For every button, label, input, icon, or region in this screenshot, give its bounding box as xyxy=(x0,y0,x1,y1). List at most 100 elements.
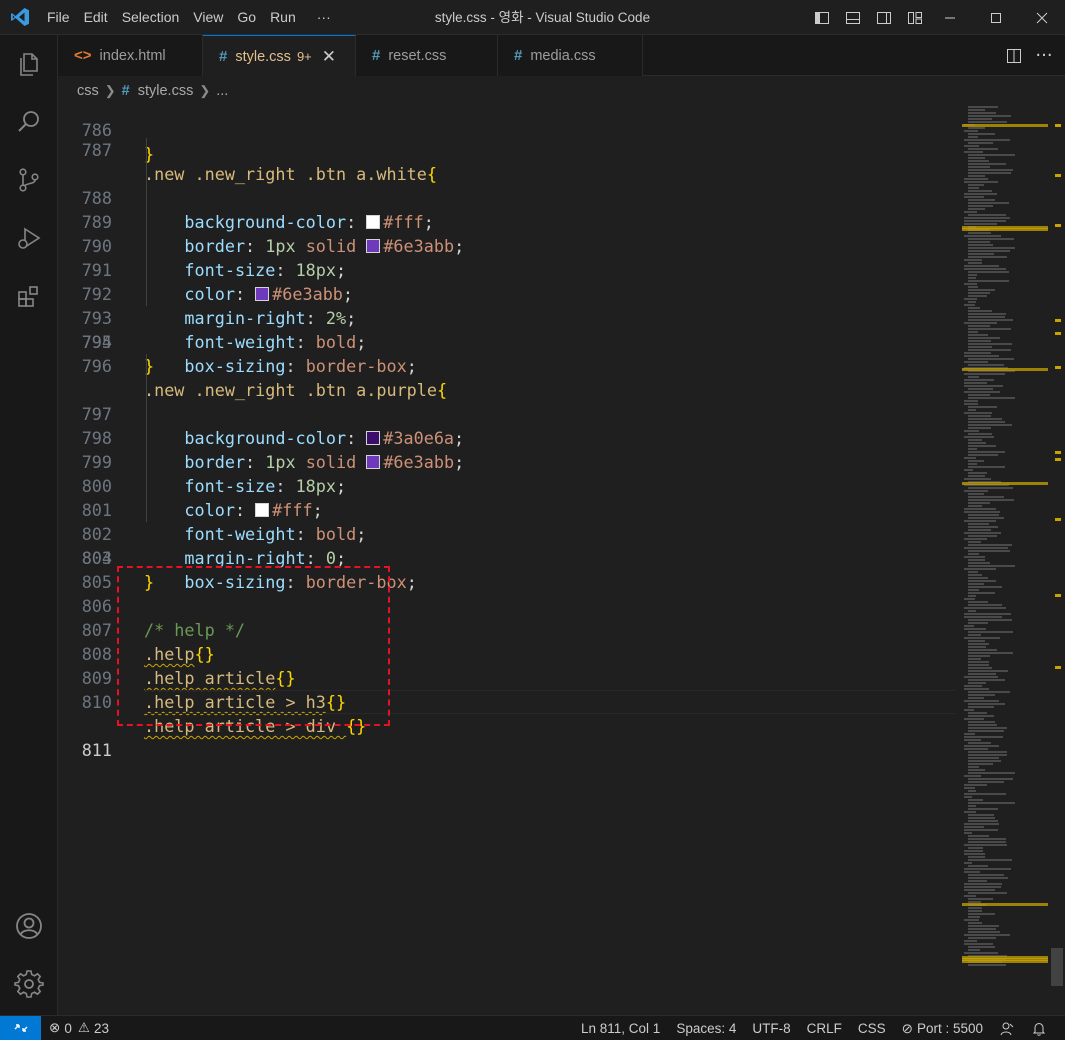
code-line: 804 } xyxy=(58,522,958,592)
minimap-line xyxy=(964,322,997,324)
minimap-line xyxy=(968,424,1012,426)
menu-more[interactable]: ··· xyxy=(303,0,345,35)
minimap-line xyxy=(968,655,990,657)
warning-icon: ⚠ xyxy=(77,1020,90,1035)
minimap-line xyxy=(968,496,1004,498)
end-of-line[interactable]: CRLF xyxy=(799,1016,850,1040)
toggle-primary-sidebar-icon[interactable] xyxy=(806,0,837,35)
window-controls xyxy=(927,0,1065,35)
encoding[interactable]: UTF-8 xyxy=(744,1016,798,1040)
tab-media-css[interactable]: # media.css xyxy=(498,35,643,76)
cursor-position[interactable]: Ln 811, Col 1 xyxy=(573,1016,668,1040)
split-editor-icon[interactable] xyxy=(999,41,1029,71)
minimap-line xyxy=(964,223,997,225)
minimap-line xyxy=(968,916,980,918)
minimap-line xyxy=(968,706,994,708)
minimap-line xyxy=(964,355,999,357)
minimap-line xyxy=(964,628,986,630)
minimap-line xyxy=(968,256,1007,258)
menu-edit[interactable]: Edit xyxy=(77,0,115,35)
minimap-line xyxy=(968,451,1005,453)
live-server-port[interactable]: ⊘ Port : 5500 xyxy=(894,1016,991,1040)
code-line: 796 .new .new_right .btn a.purple{ xyxy=(58,330,958,400)
close-tab-icon[interactable]: ✕ xyxy=(322,47,336,67)
code-line: 794 box-sizing: border-box; xyxy=(58,282,958,376)
minimap[interactable] xyxy=(962,106,1048,986)
minimap-line xyxy=(968,619,1012,621)
vertical-scrollbar[interactable] xyxy=(1049,106,1065,986)
indentation[interactable]: Spaces: 4 xyxy=(668,1016,744,1040)
customize-layout-icon[interactable] xyxy=(899,0,930,35)
extensions-icon[interactable] xyxy=(0,267,58,325)
notifications-bell-icon[interactable] xyxy=(1023,1016,1055,1040)
breadcrumb-folder[interactable]: css xyxy=(77,83,99,99)
search-icon[interactable] xyxy=(0,93,58,151)
minimap-line xyxy=(964,547,1008,549)
explorer-icon[interactable] xyxy=(0,35,58,93)
tab-reset-css[interactable]: # reset.css xyxy=(356,35,498,76)
minimap-line xyxy=(968,742,991,744)
minimap-line xyxy=(968,727,1007,729)
minimap-line xyxy=(964,736,1003,738)
minimap-line xyxy=(968,208,985,210)
minimap-line xyxy=(968,634,981,636)
minimap-line xyxy=(968,202,1009,204)
minimap-line xyxy=(968,523,989,525)
menu-run[interactable]: Run xyxy=(263,0,303,35)
minimap-line xyxy=(964,796,972,798)
settings-gear-icon[interactable] xyxy=(0,955,58,1013)
tab-index-html[interactable]: <> index.html xyxy=(58,35,203,76)
minimap-line xyxy=(968,394,990,396)
feedback-icon[interactable] xyxy=(991,1016,1023,1040)
language-mode[interactable]: CSS xyxy=(850,1016,894,1040)
minimap-line xyxy=(968,238,1014,240)
minimap-line xyxy=(968,544,1012,546)
close-window-icon[interactable] xyxy=(1019,0,1065,35)
menu-file[interactable]: File xyxy=(40,0,77,35)
minimap-line xyxy=(964,709,974,711)
minimap-line xyxy=(968,172,1011,174)
minimap-line xyxy=(968,790,976,792)
code-editor[interactable]: 786 } 787 .new .new_right .btn a.white{ … xyxy=(58,106,1065,1015)
minimap-line xyxy=(964,220,1006,222)
breadcrumb-file[interactable]: style.css xyxy=(138,83,194,99)
minimap-line xyxy=(968,661,989,663)
menu-go[interactable]: Go xyxy=(230,0,263,35)
accounts-icon[interactable] xyxy=(0,897,58,955)
minimap-line xyxy=(968,505,982,507)
minimap-line xyxy=(968,751,1007,753)
more-actions-icon[interactable]: ··· xyxy=(1029,41,1059,71)
scrollbar-thumb[interactable] xyxy=(1051,948,1063,986)
breadcrumb-symbol[interactable]: ... xyxy=(216,83,228,99)
remote-indicator-icon[interactable] xyxy=(0,1015,41,1040)
minimap-line xyxy=(968,289,995,291)
tab-label: reset.css xyxy=(388,47,447,64)
minimap-line xyxy=(968,574,982,576)
minimap-line xyxy=(964,235,1001,237)
toggle-secondary-sidebar-icon[interactable] xyxy=(868,0,899,35)
minimap-line xyxy=(968,148,998,150)
minimap-line xyxy=(968,949,980,951)
source-control-icon[interactable] xyxy=(0,151,58,209)
problems-indicator[interactable]: ⊗ 0 ⚠ 23 xyxy=(41,1016,117,1040)
minimap-line xyxy=(964,217,1010,219)
minimap-line xyxy=(968,418,1002,420)
minimap-line xyxy=(968,847,983,849)
run-and-debug-icon[interactable] xyxy=(0,209,58,267)
minimap-warning-highlight xyxy=(962,368,1048,371)
minimap-warning-highlight xyxy=(962,960,1048,963)
maximize-icon[interactable] xyxy=(973,0,1019,35)
indent-guide xyxy=(146,498,147,522)
menu-view[interactable]: View xyxy=(186,0,230,35)
toggle-panel-icon[interactable] xyxy=(837,0,868,35)
minimap-line xyxy=(968,448,977,450)
minimize-icon[interactable] xyxy=(927,0,973,35)
minimap-line xyxy=(968,328,1011,330)
scrollbar-warning-marker xyxy=(1055,224,1061,227)
minimap-line xyxy=(964,868,1011,870)
tab-style-css[interactable]: # style.css 9+ ✕ xyxy=(203,35,356,77)
minimap-line xyxy=(968,925,999,927)
css-file-icon: # xyxy=(372,47,381,64)
minimap-line xyxy=(964,373,1005,375)
menu-selection[interactable]: Selection xyxy=(115,0,187,35)
